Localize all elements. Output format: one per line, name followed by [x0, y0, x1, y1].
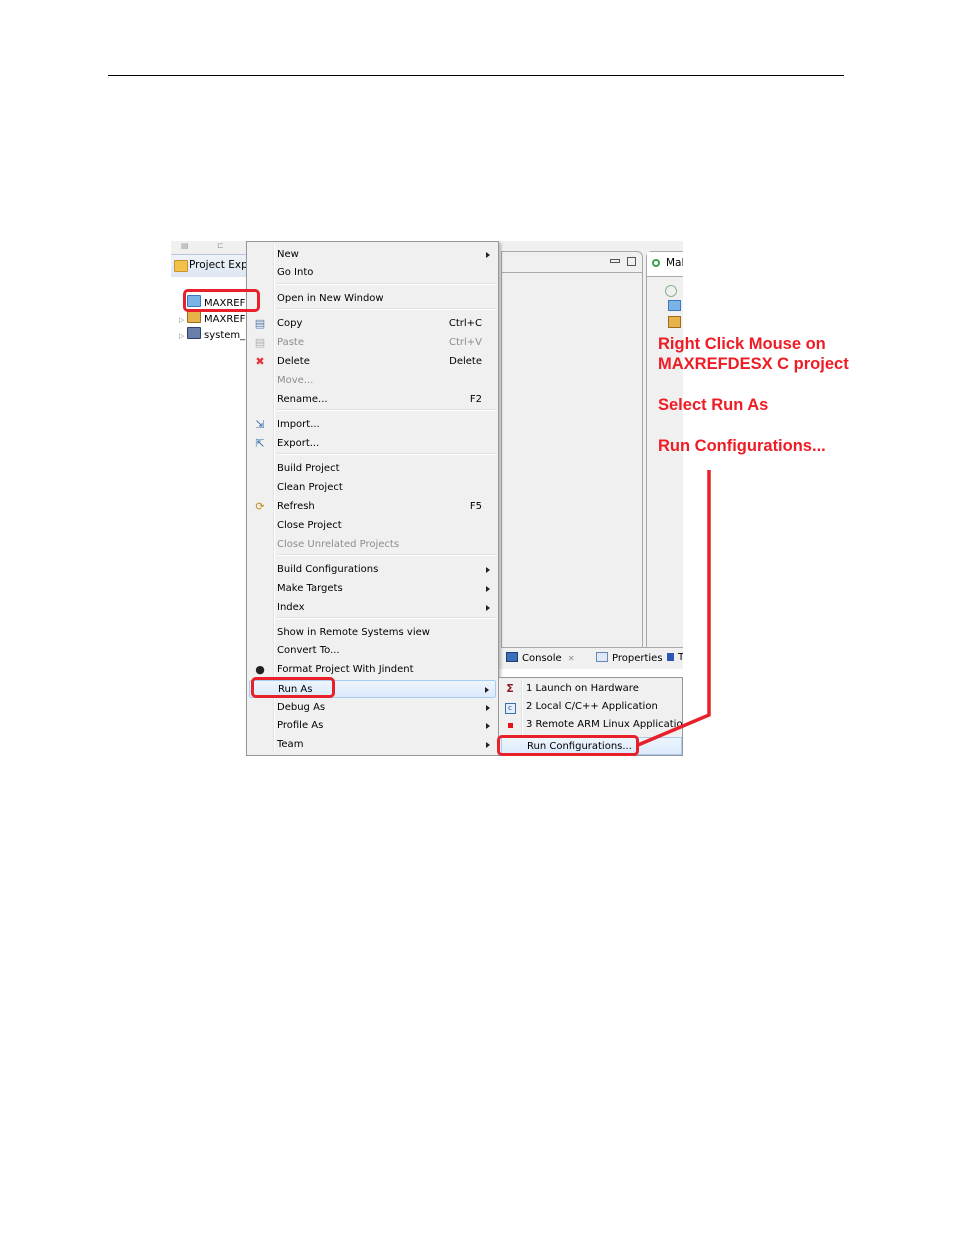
annotation-line-3: Select Run As — [658, 396, 769, 414]
annotation-connector-line — [637, 470, 711, 747]
annotation-line-4: Run Configurations... — [658, 437, 826, 455]
annotation-line-2: MAXREFDESX C project — [658, 355, 849, 373]
annotation-line-1: Right Click Mouse on — [658, 335, 826, 353]
